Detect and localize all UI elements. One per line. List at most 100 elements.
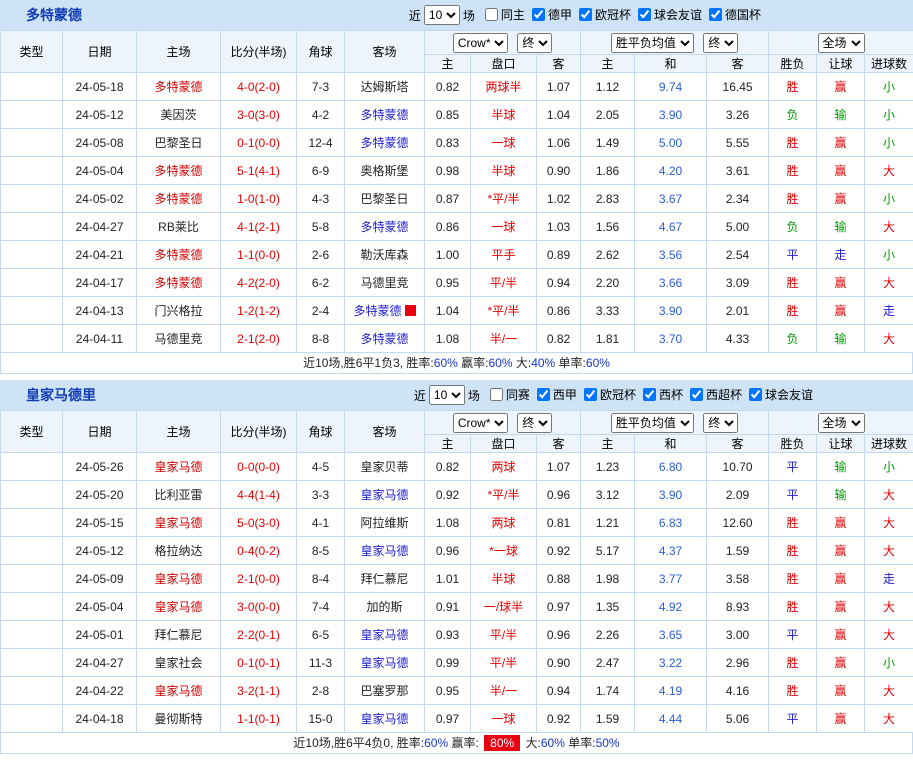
filter-checkbox-input[interactable] [638,8,651,21]
result-outcome: 胜 [769,677,817,705]
match-row: 欧冠杯24-04-11马德里竞2-1(2-0)8-8多特蒙德1.08半/一0.8… [1,325,913,353]
corner-count: 4-2 [297,101,345,129]
europe-odds-select[interactable]: 胜平负均值 [611,413,694,433]
match-scope-select[interactable]: 全场 [818,413,865,433]
europe-final-select[interactable]: 终 [703,33,738,53]
result-handicap: 赢 [817,593,865,621]
europe-odds-home: 1.49 [581,129,635,157]
result-handicap: 输 [817,325,865,353]
home-team-cell: 皇家马德 [137,453,221,481]
col-header-away: 客场 [345,411,425,453]
filter-checkbox[interactable]: 同主 [485,6,525,23]
filter-checkbox-input[interactable] [485,8,498,21]
filter-checkbox[interactable]: 德国杯 [709,6,761,23]
home-team-cell: 多特蒙德 [137,157,221,185]
europe-odds-group-header: 胜平负均值 终 [581,31,769,55]
match-row: 德甲24-04-21多特蒙德1-1(0-0)2-6勒沃库森1.00平手0.892… [1,241,913,269]
handicap-line: *平/半 [471,297,537,325]
corner-count: 2-6 [297,241,345,269]
match-date: 24-05-04 [63,593,137,621]
match-scope-select[interactable]: 全场 [818,33,865,53]
subcol-header-europe-home: 主 [581,55,635,73]
match-date: 24-04-27 [63,649,137,677]
result-outcome: 胜 [769,269,817,297]
summary-stat-value: 60% [424,736,448,750]
subcol-header-europe-draw: 和 [635,55,707,73]
away-team-cell: 奥格斯堡 [345,157,425,185]
away-team-cell: 巴黎圣日 [345,185,425,213]
filter-checkbox-input[interactable] [690,388,703,401]
filter-checkbox-input[interactable] [537,388,550,401]
match-row: 德甲24-05-04多特蒙德5-1(4-1)6-9奥格斯堡0.98半球0.901… [1,157,913,185]
home-team-name: 皇家马德 [154,516,202,530]
result-outcome: 负 [769,101,817,129]
europe-odds-draw: 3.90 [635,297,707,325]
matches-tbody: 德甲24-05-18多特蒙德4-0(2-0)7-3达姆斯塔0.82两球半1.07… [1,73,913,353]
match-row: 西甲24-04-22皇家马德3-2(1-1)2-8巴塞罗那0.95半/一0.94… [1,677,913,705]
filter-checkbox[interactable]: 西杯 [643,386,683,403]
result-goals: 小 [865,73,913,101]
europe-odds-away: 3.09 [707,269,769,297]
col-header-home: 主场 [137,411,221,453]
handicap-odds-away: 1.07 [537,73,581,101]
result-outcome: 胜 [769,157,817,185]
match-tag-icon [405,305,416,316]
filter-checkbox[interactable]: 球会友谊 [638,6,702,23]
result-handicap: 输 [817,213,865,241]
filter-checkbox-input[interactable] [749,388,762,401]
europe-odds-draw: 9.74 [635,73,707,101]
filter-checkbox[interactable]: 西超杯 [690,386,742,403]
home-team-cell: 皇家社会 [137,649,221,677]
odds-final-select[interactable]: 终 [517,33,552,53]
odds-company-select[interactable]: Crow* [453,33,508,53]
filter-checkbox-input[interactable] [643,388,656,401]
odds-final-select[interactable]: 终 [517,413,552,433]
filter-checkbox[interactable]: 德甲 [532,6,572,23]
filter-checkbox[interactable]: 欧冠杯 [584,386,636,403]
result-handicap: 赢 [817,185,865,213]
europe-odds-select[interactable]: 胜平负均值 [611,33,694,53]
subcol-header-goals: 进球数 [865,55,913,73]
filter-checkbox-input[interactable] [709,8,722,21]
filter-checkbox[interactable]: 欧冠杯 [579,6,631,23]
handicap-odds-away: 0.96 [537,621,581,649]
handicap-line: 半/一 [471,325,537,353]
section-title-bar: 皇家马德里 近 10 场 同赛西甲欧冠杯西杯西超杯球会友谊 [0,380,913,410]
away-team-cell: 皇家马德 [345,649,425,677]
odds-company-select[interactable]: Crow* [453,413,508,433]
europe-final-select[interactable]: 终 [703,413,738,433]
match-row: 欧冠杯24-05-08巴黎圣日0-1(0-0)12-4多特蒙德0.83一球1.0… [1,129,913,157]
result-goals: 小 [865,129,913,157]
handicap-odds-home: 0.92 [425,481,471,509]
match-date: 24-04-17 [63,269,137,297]
match-date: 24-05-09 [63,565,137,593]
match-count-select[interactable]: 10 [429,385,465,405]
match-count-select[interactable]: 10 [424,5,460,25]
team-history-section: 多特蒙德 近 10 场 同主德甲欧冠杯球会友谊德国杯 类型 日期 主场 比分(半… [0,0,913,374]
filter-checkbox-input[interactable] [532,8,545,21]
final-score: 2-1(0-0) [221,565,297,593]
away-team-cell: 马德里竞 [345,269,425,297]
away-team-cell: 多特蒙德 [345,213,425,241]
home-team-name: 多特蒙德 [154,276,202,290]
match-row: 欧冠杯24-04-17多特蒙德4-2(2-0)6-2马德里竞0.95平/半0.9… [1,269,913,297]
filter-checkbox-input[interactable] [584,388,597,401]
filter-checkbox[interactable]: 球会友谊 [749,386,813,403]
filter-checkbox[interactable]: 西甲 [537,386,577,403]
away-team-name: 皇家贝蒂 [360,460,408,474]
europe-odds-home: 1.98 [581,565,635,593]
subcol-header-handicap: 盘口 [471,435,537,453]
filter-checkbox-label: 德国杯 [725,6,761,23]
europe-odds-home: 1.12 [581,73,635,101]
result-handicap: 赢 [817,621,865,649]
summary-stat-value: 60% [541,736,565,750]
filter-checkbox-input[interactable] [490,388,503,401]
europe-odds-home: 1.21 [581,509,635,537]
filter-checkbox-input[interactable] [579,8,592,21]
filter-checkbox[interactable]: 同赛 [490,386,530,403]
summary-text: 大: [513,356,532,370]
away-team-cell: 皇家马德 [345,537,425,565]
handicap-line: 平/半 [471,269,537,297]
europe-odds-draw: 3.22 [635,649,707,677]
home-team-name: 美因茨 [160,108,196,122]
